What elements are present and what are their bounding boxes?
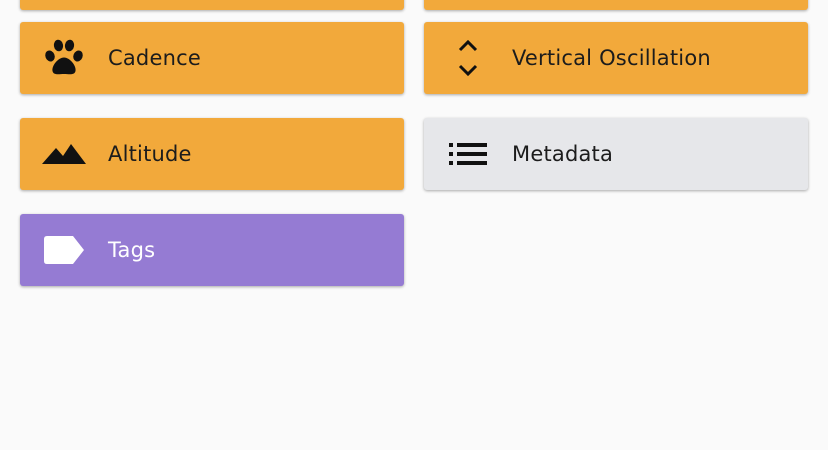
list-icon [424,118,512,190]
tag-icon [20,214,108,286]
card-metadata[interactable]: Metadata [424,118,808,190]
vertical-arrows-icon [424,22,512,94]
paw-icon [20,22,108,94]
card-label-cadence: Cadence [108,46,201,70]
card-label-vertical-oscillation: Vertical Oscillation [512,46,711,70]
card-vertical-oscillation[interactable]: Vertical Oscillation [424,22,808,94]
card-label-tags: Tags [108,238,156,262]
card-label-altitude: Altitude [108,142,192,166]
card-partial-top-left[interactable] [20,0,404,10]
card-label-metadata: Metadata [512,142,614,166]
card-cadence[interactable]: Cadence [20,22,404,94]
mountains-icon [20,118,108,190]
card-tags[interactable]: Tags [20,214,404,286]
card-altitude[interactable]: Altitude [20,118,404,190]
card-partial-top-right[interactable] [424,0,808,10]
